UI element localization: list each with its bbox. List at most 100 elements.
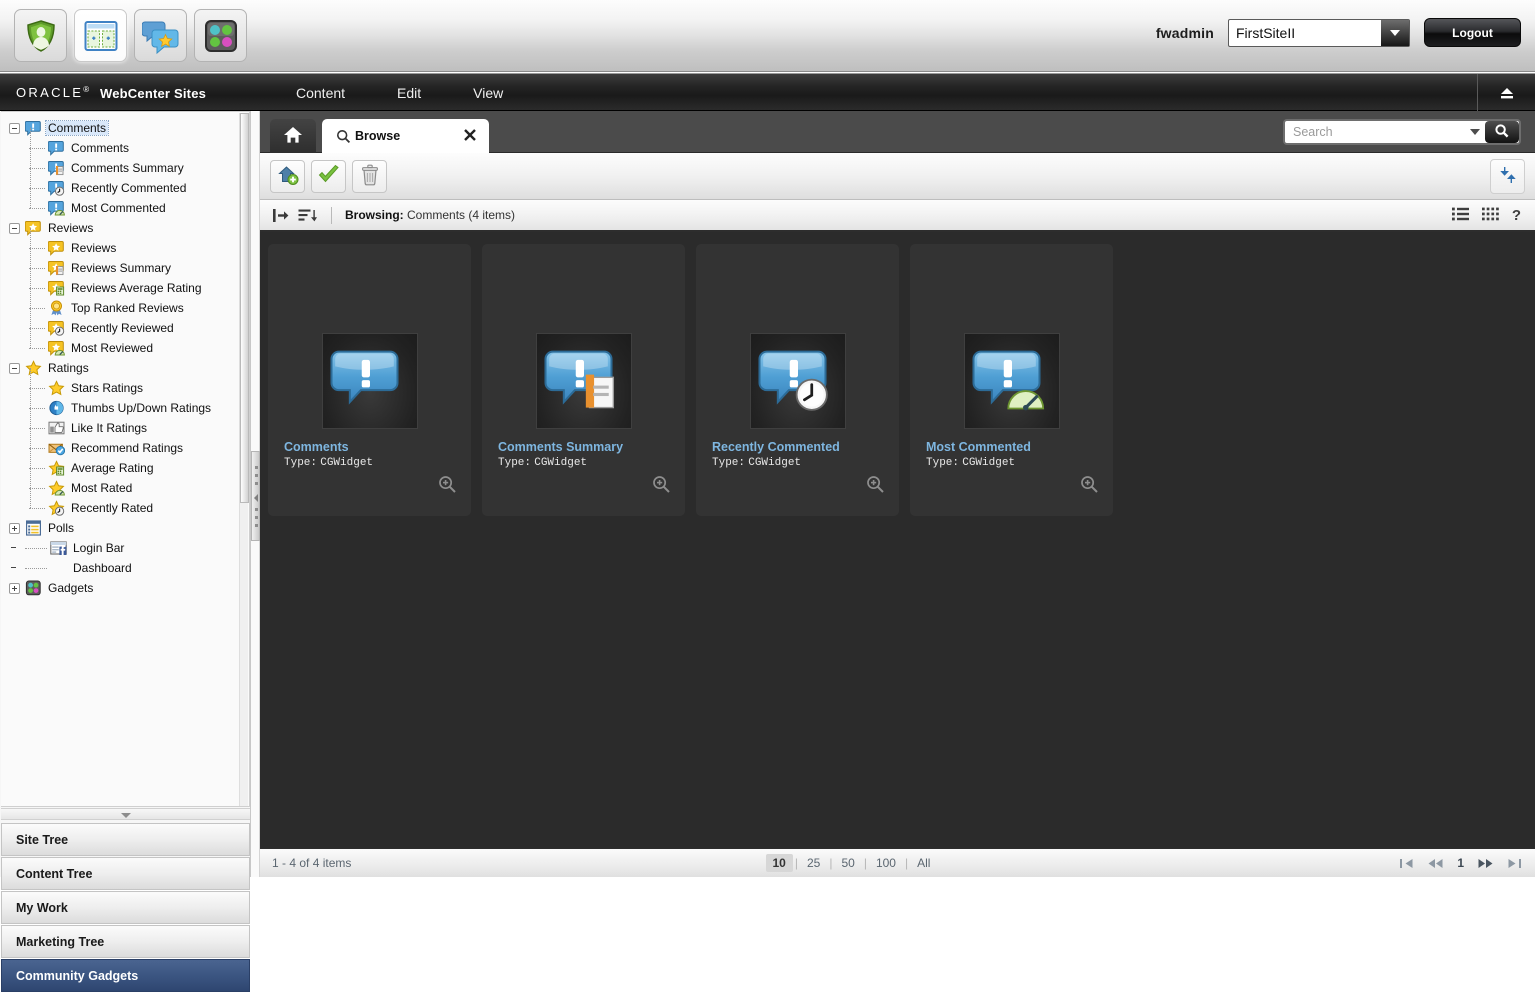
asset-title[interactable]: Recently Commented xyxy=(712,440,840,454)
delete-button[interactable] xyxy=(352,160,387,193)
collapse-icon[interactable] xyxy=(9,122,20,134)
list-view-icon[interactable] xyxy=(1451,207,1469,224)
refresh-button[interactable] xyxy=(1490,159,1525,194)
tree-node-recently-commented[interactable]: Recently Commented xyxy=(9,168,245,198)
collapse-icon[interactable] xyxy=(9,222,20,234)
tab-home[interactable] xyxy=(270,119,316,153)
tree-node-label[interactable]: Comments Summary xyxy=(69,161,186,175)
sidebar-panel-my-work[interactable]: My Work xyxy=(1,891,250,924)
grid-view-icon[interactable] xyxy=(1481,207,1499,224)
nav-item-edit[interactable]: Edit xyxy=(371,74,447,112)
sidebar-panel-community-gadgets[interactable]: Community Gadgets xyxy=(1,959,250,992)
tree-node-label[interactable]: Gadgets xyxy=(46,581,95,595)
tree-node-reviews[interactable]: Reviews xyxy=(9,218,245,238)
asset-card[interactable]: Most Commented Type: CGWidget xyxy=(910,244,1113,516)
tree-vertical-scrollbar[interactable] xyxy=(239,113,249,806)
share-add-button[interactable] xyxy=(270,160,305,193)
asset-preview-icon[interactable] xyxy=(866,475,885,497)
tree-scroll-area[interactable]: Comments Comments Comments Summary Recently… xyxy=(1,112,245,806)
tree-node-label[interactable]: Reviews xyxy=(46,221,95,235)
tree-node-polls[interactable]: Polls xyxy=(9,518,245,538)
tree-node-most-reviewed[interactable]: Most Reviewed xyxy=(9,328,245,358)
launcher-contributor[interactable] xyxy=(74,9,127,62)
launcher-gadgets[interactable] xyxy=(194,9,247,62)
site-select[interactable]: FirstSiteII xyxy=(1228,18,1410,47)
sidebar-panel-site-tree[interactable]: Site Tree xyxy=(1,823,250,856)
asset-thumbnail[interactable] xyxy=(750,333,846,429)
tree-node-label[interactable]: Most Rated xyxy=(69,481,134,495)
page-size-all[interactable]: All xyxy=(910,854,937,872)
tree-node-comments[interactable]: Comments xyxy=(9,128,245,158)
sort-descending-icon[interactable] xyxy=(298,208,317,223)
page-size-50[interactable]: 50 xyxy=(834,854,861,872)
collapse-icon[interactable] xyxy=(9,362,20,374)
asset-card[interactable]: Recently Commented Type: CGWidget xyxy=(696,244,899,516)
logout-button[interactable]: Logout xyxy=(1424,18,1521,47)
tree-node-label[interactable]: Comments xyxy=(69,141,131,155)
tree-node-reviews-summary[interactable]: Reviews Summary xyxy=(9,248,245,278)
tree-node-like-it-ratings[interactable]: Like It Ratings xyxy=(9,408,245,438)
expand-icon[interactable] xyxy=(9,522,20,534)
tree-node-top-ranked-reviews[interactable]: Top Ranked Reviews xyxy=(9,288,245,318)
tree-collapse-handle[interactable] xyxy=(1,808,250,820)
tree-node-most-rated[interactable]: Most Rated xyxy=(9,468,245,498)
help-icon[interactable]: ? xyxy=(1512,207,1521,224)
tree-node-label[interactable]: Thumbs Up/Down Ratings xyxy=(69,401,213,415)
tree-node-reviews-average-rating[interactable]: Reviews Average Rating xyxy=(9,268,245,298)
tree-node-label[interactable]: Ratings xyxy=(46,361,91,375)
asset-preview-icon[interactable] xyxy=(438,475,457,497)
sidebar-panel-content-tree[interactable]: Content Tree xyxy=(1,857,250,890)
approve-button[interactable] xyxy=(311,160,346,193)
tree-node-label[interactable]: Most Reviewed xyxy=(69,341,155,355)
first-page-icon[interactable] xyxy=(1400,858,1414,869)
tree-node-comments-summary[interactable]: Comments Summary xyxy=(9,148,245,178)
launcher-admin[interactable] xyxy=(14,9,67,62)
tree-node-label[interactable]: Recently Reviewed xyxy=(69,321,176,335)
launcher-community[interactable] xyxy=(134,9,187,62)
search-box[interactable] xyxy=(1283,119,1521,145)
asset-title[interactable]: Most Commented xyxy=(926,440,1031,454)
search-button[interactable] xyxy=(1485,121,1519,143)
tree-node-gadgets[interactable]: Gadgets xyxy=(9,578,245,598)
asset-card[interactable]: Comments Summary Type: CGWidget xyxy=(482,244,685,516)
tree-node-label[interactable]: Polls xyxy=(46,521,76,535)
eject-icon[interactable] xyxy=(1477,74,1535,112)
tree-node-recently-rated[interactable]: Recently Rated xyxy=(9,488,245,518)
tree-scrollbar-thumb[interactable] xyxy=(240,113,249,503)
sidebar-splitter[interactable] xyxy=(251,111,260,877)
page-size-100[interactable]: 100 xyxy=(869,854,903,872)
collapse-panel-icon[interactable] xyxy=(272,208,289,223)
nav-item-content[interactable]: Content xyxy=(270,74,371,112)
asset-preview-icon[interactable] xyxy=(652,475,671,497)
tree-node-label[interactable]: Recommend Ratings xyxy=(69,441,185,455)
asset-title[interactable]: Comments xyxy=(284,440,349,454)
tree-node-stars-ratings[interactable]: Stars Ratings xyxy=(9,368,245,398)
tree-node-label[interactable]: Reviews Summary xyxy=(69,261,173,275)
splitter-handle[interactable] xyxy=(251,451,260,541)
next-page-icon[interactable] xyxy=(1478,858,1493,869)
tree-node-login-bar[interactable]: Login Bar xyxy=(9,538,245,558)
tree-node-label[interactable]: Dashboard xyxy=(71,561,134,575)
tree-node-average-rating[interactable]: Average Rating xyxy=(9,448,245,478)
tree-node-ratings[interactable]: Ratings xyxy=(9,358,245,378)
search-input[interactable] xyxy=(1285,121,1465,143)
nav-item-view[interactable]: View xyxy=(447,74,529,112)
asset-thumbnail[interactable] xyxy=(536,333,632,429)
prev-page-icon[interactable] xyxy=(1428,858,1443,869)
splitter-collapse-arrow[interactable] xyxy=(254,494,258,502)
tree-node-dashboard[interactable]: Dashboard xyxy=(9,558,245,578)
tree-node-comments[interactable]: Comments xyxy=(9,118,245,138)
page-size-25[interactable]: 25 xyxy=(800,854,827,872)
tree-node-label[interactable]: Recently Commented xyxy=(69,181,188,195)
sidebar-panel-marketing-tree[interactable]: Marketing Tree xyxy=(1,925,250,958)
tree-node-recently-reviewed[interactable]: Recently Reviewed xyxy=(9,308,245,338)
tree-node-label[interactable]: Like It Ratings xyxy=(69,421,149,435)
current-page-label[interactable]: 1 xyxy=(1457,856,1464,870)
tree-node-label[interactable]: Top Ranked Reviews xyxy=(69,301,186,315)
asset-thumbnail[interactable] xyxy=(964,333,1060,429)
tree-node-most-commented[interactable]: Most Commented xyxy=(9,188,245,218)
tree-node-reviews[interactable]: Reviews xyxy=(9,228,245,258)
asset-preview-icon[interactable] xyxy=(1080,475,1099,497)
chevron-down-icon[interactable] xyxy=(1465,121,1485,143)
asset-title[interactable]: Comments Summary xyxy=(498,440,623,454)
